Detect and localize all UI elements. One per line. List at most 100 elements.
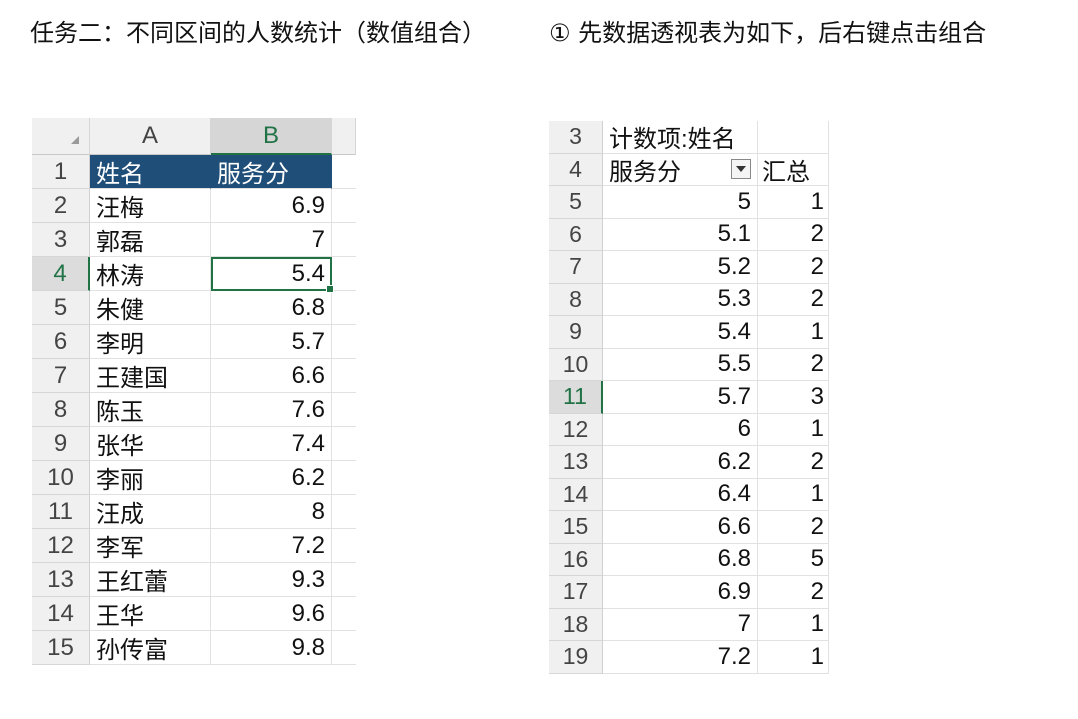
score-cell[interactable]: 6.8 xyxy=(211,291,332,325)
pivot-count-value[interactable]: 1 xyxy=(758,413,829,446)
row-header[interactable]: 3 xyxy=(549,121,603,154)
filter-dropdown-icon[interactable] xyxy=(731,159,751,180)
pivot-total-header[interactable]: 汇总 xyxy=(758,153,829,186)
row-header[interactable]: 3 xyxy=(32,223,90,257)
name-cell[interactable]: 李丽 xyxy=(90,461,211,495)
pivot-count-value[interactable]: 2 xyxy=(758,218,829,251)
empty-cell[interactable] xyxy=(332,529,356,563)
score-cell[interactable]: 7 xyxy=(211,223,332,257)
pivot-score-value[interactable]: 5.7 xyxy=(603,381,758,414)
pivot-score-value[interactable]: 5.4 xyxy=(603,316,758,349)
row-header[interactable]: 16 xyxy=(549,543,603,576)
pivot-score-value[interactable]: 5.1 xyxy=(603,218,758,251)
row-header[interactable]: 15 xyxy=(32,631,90,665)
pivot-count-value[interactable]: 1 xyxy=(758,608,829,641)
pivot-score-value[interactable]: 7 xyxy=(603,608,758,641)
pivot-score-value[interactable]: 5.2 xyxy=(603,251,758,284)
score-cell[interactable]: 9.3 xyxy=(211,563,332,597)
score-cell[interactable]: 6.2 xyxy=(211,461,332,495)
name-cell[interactable]: 李军 xyxy=(90,529,211,563)
pivot-count-value[interactable]: 2 xyxy=(758,283,829,316)
pivot-score-value[interactable]: 6 xyxy=(603,413,758,446)
score-cell[interactable]: 7.4 xyxy=(211,427,332,461)
name-cell[interactable]: 汪梅 xyxy=(90,189,211,223)
row-header[interactable]: 10 xyxy=(32,461,90,495)
score-column-header-cell[interactable]: 服务分 xyxy=(211,155,332,189)
pivot-count-value[interactable]: 1 xyxy=(758,478,829,511)
pivot-count-value[interactable]: 2 xyxy=(758,348,829,381)
score-cell[interactable]: 6.9 xyxy=(211,189,332,223)
column-header-a[interactable]: A xyxy=(90,118,211,155)
row-header[interactable]: 11 xyxy=(549,381,603,414)
selected-score-cell[interactable]: 5.4 xyxy=(211,257,334,293)
row-header[interactable]: 9 xyxy=(32,427,90,461)
name-cell[interactable]: 王建国 xyxy=(90,359,211,393)
empty-cell[interactable] xyxy=(332,495,356,529)
name-cell[interactable]: 李明 xyxy=(90,325,211,359)
row-header[interactable]: 10 xyxy=(549,348,603,381)
name-column-header-cell[interactable]: 姓名 xyxy=(90,155,211,189)
score-cell[interactable]: 7.6 xyxy=(211,393,332,427)
row-header[interactable]: 2 xyxy=(32,189,90,223)
pivot-value-field-label[interactable]: 计数项:姓名 xyxy=(603,121,758,154)
row-header[interactable]: 5 xyxy=(549,186,603,219)
row-header[interactable]: 7 xyxy=(32,359,90,393)
empty-cell[interactable] xyxy=(332,155,356,189)
row-header[interactable]: 11 xyxy=(32,495,90,529)
select-all-button[interactable] xyxy=(32,118,90,155)
pivot-count-value[interactable]: 1 xyxy=(758,641,829,674)
pivot-score-value[interactable]: 5.3 xyxy=(603,283,758,316)
row-header[interactable]: 12 xyxy=(549,413,603,446)
empty-cell[interactable] xyxy=(332,257,356,291)
name-cell[interactable]: 郭磊 xyxy=(90,223,211,257)
empty-cell[interactable] xyxy=(332,359,356,393)
empty-cell[interactable] xyxy=(332,223,356,257)
empty-cell[interactable] xyxy=(332,291,356,325)
name-cell[interactable]: 汪成 xyxy=(90,495,211,529)
row-header[interactable]: 15 xyxy=(549,511,603,544)
name-cell[interactable]: 王红蕾 xyxy=(90,563,211,597)
row-header[interactable]: 8 xyxy=(549,283,603,316)
score-cell[interactable]: 6.6 xyxy=(211,359,332,393)
row-header[interactable]: 12 xyxy=(32,529,90,563)
pivot-count-value[interactable]: 2 xyxy=(758,511,829,544)
pivot-count-value[interactable]: 2 xyxy=(758,251,829,284)
empty-cell[interactable] xyxy=(332,325,356,359)
row-header[interactable]: 4 xyxy=(32,257,90,291)
name-cell[interactable]: 陈玉 xyxy=(90,393,211,427)
empty-cell[interactable] xyxy=(332,597,356,631)
pivot-score-value[interactable]: 6.8 xyxy=(603,543,758,576)
pivot-score-value[interactable]: 5.5 xyxy=(603,348,758,381)
pivot-row-field-label[interactable]: 服务分 xyxy=(603,153,758,186)
row-header[interactable]: 6 xyxy=(32,325,90,359)
pivot-count-value[interactable]: 2 xyxy=(758,446,829,479)
row-header[interactable]: 18 xyxy=(549,608,603,641)
row-header[interactable]: 17 xyxy=(549,576,603,609)
row-header[interactable]: 8 xyxy=(32,393,90,427)
name-cell[interactable]: 王华 xyxy=(90,597,211,631)
score-cell[interactable]: 9.8 xyxy=(211,631,332,665)
empty-cell[interactable] xyxy=(332,461,356,495)
empty-cell[interactable] xyxy=(332,563,356,597)
pivot-score-value[interactable]: 7.2 xyxy=(603,641,758,674)
row-header[interactable]: 1 xyxy=(32,155,90,189)
empty-cell[interactable] xyxy=(332,189,356,223)
column-header-c[interactable] xyxy=(332,118,356,155)
pivot-count-value[interactable]: 1 xyxy=(758,316,829,349)
empty-cell[interactable] xyxy=(332,393,356,427)
empty-cell[interactable] xyxy=(332,427,356,461)
row-header[interactable]: 9 xyxy=(549,316,603,349)
score-cell[interactable]: 7.2 xyxy=(211,529,332,563)
pivot-score-value[interactable]: 6.6 xyxy=(603,511,758,544)
row-header[interactable]: 14 xyxy=(32,597,90,631)
name-cell[interactable]: 张华 xyxy=(90,427,211,461)
row-header[interactable]: 7 xyxy=(549,251,603,284)
pivot-score-value[interactable]: 5 xyxy=(603,186,758,219)
score-cell[interactable]: 8 xyxy=(211,495,332,529)
row-header[interactable]: 5 xyxy=(32,291,90,325)
score-cell[interactable]: 5.7 xyxy=(211,325,332,359)
pivot-score-value[interactable]: 6.2 xyxy=(603,446,758,479)
row-header[interactable]: 6 xyxy=(549,218,603,251)
pivot-score-value[interactable]: 6.4 xyxy=(603,478,758,511)
pivot-count-value[interactable]: 1 xyxy=(758,186,829,219)
